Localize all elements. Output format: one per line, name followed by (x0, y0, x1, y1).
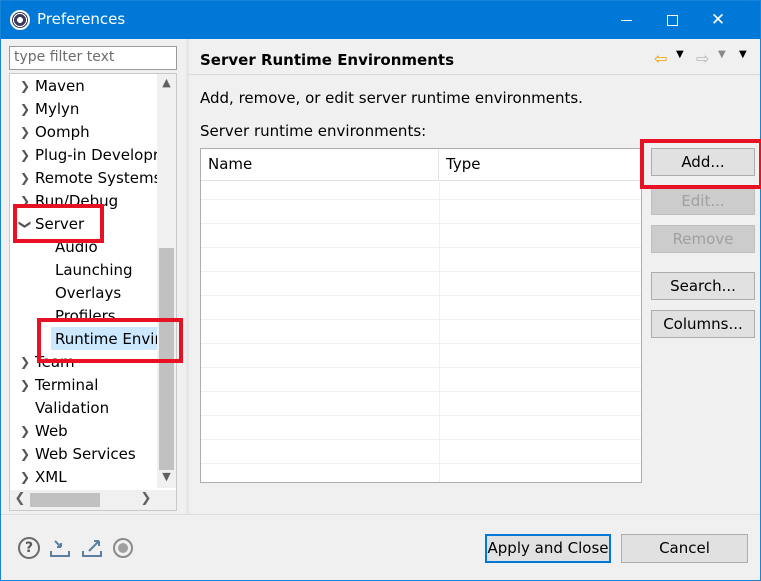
eclipse-app-icon (10, 10, 30, 30)
scroll-down-icon[interactable]: ▼ (157, 470, 176, 488)
tree-horizontal-scroll-thumb[interactable] (30, 493, 100, 507)
highlight-runtime-box (37, 318, 183, 363)
table-row-line (201, 319, 641, 320)
table-row-line (201, 439, 641, 440)
back-arrow-icon[interactable]: ⇦ (654, 49, 667, 68)
table-column-divider (439, 180, 440, 482)
filter-input[interactable]: type filter text (9, 46, 177, 70)
chevron-right-icon[interactable]: ❯ (20, 167, 30, 190)
back-dropdown-icon[interactable]: ▼ (676, 49, 684, 60)
cancel-button[interactable]: Cancel (621, 534, 748, 563)
title-bar[interactable]: Preferences ✕ (1, 1, 760, 39)
chevron-right-icon[interactable]: ❯ (20, 443, 30, 466)
maximize-button[interactable] (649, 1, 695, 39)
page-header: Server Runtime Environments ⇦ ▼ ⇨ ▼ ▼ (189, 39, 760, 75)
chevron-right-icon[interactable]: ❯ (20, 121, 30, 144)
apply-and-close-button[interactable]: Apply and Close (485, 534, 611, 563)
close-button[interactable]: ✕ (695, 1, 741, 39)
minimize-button[interactable] (603, 1, 649, 39)
chevron-right-icon[interactable]: ❯ (20, 466, 30, 489)
table-label: Server runtime environments: (200, 122, 427, 140)
tree-vertical-scrollbar[interactable]: ▲ ▼ (157, 74, 176, 488)
highlight-add-box (640, 139, 761, 189)
record-icon[interactable] (112, 537, 134, 559)
chevron-right-icon[interactable]: ❯ (20, 75, 30, 98)
maximize-icon (666, 14, 678, 26)
chevron-right-icon[interactable]: ❯ (20, 98, 30, 121)
scroll-right-icon[interactable]: ❯ (138, 491, 154, 509)
table-row-line (201, 199, 641, 200)
export-icon[interactable] (81, 537, 103, 559)
import-icon[interactable] (49, 537, 71, 559)
remove-button[interactable]: Remove (651, 225, 755, 253)
page-description: Add, remove, or edit server runtime envi… (200, 89, 583, 107)
minimize-icon (620, 19, 632, 21)
preference-tree[interactable]: ❯ Maven ❯ Mylyn ❯ Oomph ❯ Plug-in Develo… (9, 73, 177, 511)
scroll-left-icon[interactable]: ❮ (12, 491, 28, 509)
panel-sash[interactable] (186, 39, 189, 514)
table-row-line (201, 271, 641, 272)
table-row-line (201, 343, 641, 344)
chevron-right-icon[interactable]: ❯ (20, 420, 30, 443)
forward-arrow-icon[interactable]: ⇨ (696, 49, 709, 68)
scroll-up-icon[interactable]: ▲ (157, 76, 176, 94)
close-icon: ✕ (710, 9, 726, 30)
table-row-line (201, 247, 641, 248)
tree-horizontal-scrollbar[interactable]: ❮ ❯ (10, 490, 176, 510)
columns-button[interactable]: Columns... (651, 310, 755, 338)
table-row-line (201, 223, 641, 224)
help-icon[interactable]: ? (18, 537, 40, 559)
column-header-name[interactable]: Name (201, 149, 439, 180)
highlight-server-box (13, 204, 104, 243)
page-title: Server Runtime Environments (200, 51, 454, 69)
footer-divider (1, 514, 760, 515)
table-row-line (201, 391, 641, 392)
table-header-divider (201, 180, 641, 181)
forward-dropdown-icon[interactable]: ▼ (718, 49, 726, 60)
table-row-line (201, 463, 641, 464)
chevron-right-icon[interactable]: ❯ (20, 351, 30, 374)
search-button[interactable]: Search... (651, 272, 755, 300)
table-row-line (201, 295, 641, 296)
table-row-line (201, 367, 641, 368)
view-menu-icon[interactable]: ▼ (739, 49, 747, 60)
chevron-right-icon[interactable]: ❯ (20, 374, 30, 397)
table-row-line (201, 415, 641, 416)
window-title: Preferences (37, 10, 126, 28)
edit-button[interactable]: Edit... (651, 187, 755, 215)
chevron-right-icon[interactable]: ❯ (20, 144, 30, 167)
runtime-environments-table[interactable]: Name Type (200, 148, 642, 483)
preferences-window: Preferences ✕ type filter text ❯ Maven ❯… (0, 0, 761, 581)
column-header-type[interactable]: Type (439, 149, 641, 180)
